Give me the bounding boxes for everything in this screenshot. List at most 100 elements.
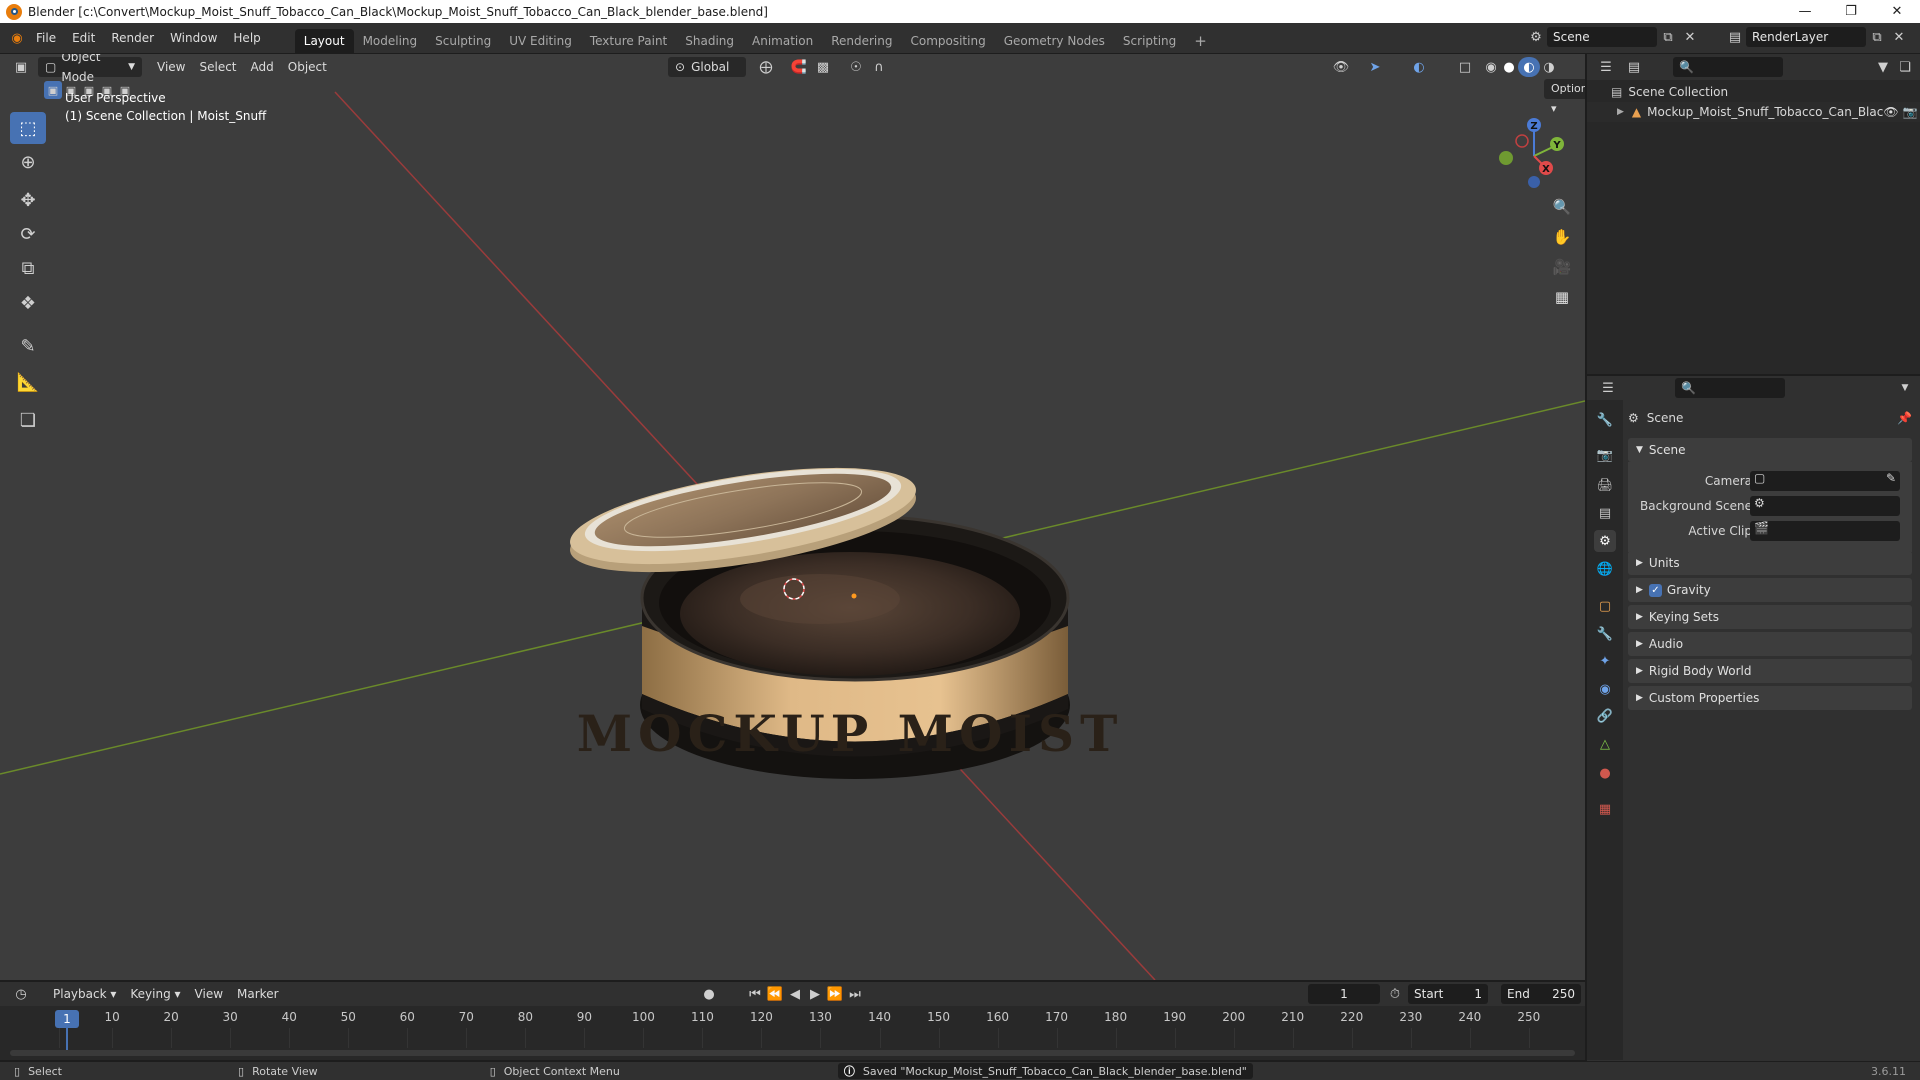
material-shading-icon[interactable]: ◐ — [1518, 57, 1540, 77]
transform-orientation[interactable]: ⊙ Global — [668, 57, 746, 77]
display-mode-icon[interactable]: ▤ — [1623, 57, 1645, 77]
background-scene-field[interactable]: ⚙ — [1750, 496, 1900, 516]
material-tab-icon[interactable]: ● — [1594, 762, 1616, 784]
playhead[interactable]: 1 — [55, 1010, 79, 1028]
select-box-tool-icon[interactable]: ⬚ — [10, 112, 46, 144]
add-workspace-icon[interactable]: + — [1185, 29, 1216, 53]
falloff-icon[interactable]: ∩ — [868, 57, 890, 77]
menu-file[interactable]: File — [28, 27, 64, 49]
menu-view[interactable]: View — [150, 57, 192, 77]
blender-menu-icon[interactable]: ◉ — [6, 28, 28, 48]
pivot-point-icon[interactable]: ⨁ — [755, 57, 777, 77]
tab-sculpting[interactable]: Sculpting — [426, 29, 500, 53]
editor-type-icon[interactable]: ▣ — [10, 57, 32, 77]
constraints-tab-icon[interactable]: 🔗 — [1594, 705, 1616, 727]
measure-tool-icon[interactable]: 📐 — [10, 366, 46, 398]
physics-tab-icon[interactable]: ◉ — [1594, 678, 1616, 700]
panel-gravity[interactable]: ▶ ✓ Gravity — [1628, 578, 1912, 602]
snap-icon[interactable]: 🧲 — [788, 57, 810, 77]
tab-animation[interactable]: Animation — [743, 29, 822, 53]
solid-shading-icon[interactable]: ● — [1498, 57, 1520, 77]
world-tab-icon[interactable]: 🌐 — [1594, 558, 1616, 580]
object-tab-icon[interactable]: ▢ — [1594, 595, 1616, 617]
outliner-search-input[interactable]: 🔍 — [1673, 57, 1783, 77]
scene-tab-icon[interactable]: ⚙ — [1594, 530, 1616, 552]
gizmo-toggle-icon[interactable]: ➤ — [1364, 57, 1386, 77]
render-camera-icon[interactable]: 📷 — [1903, 105, 1918, 119]
proportional-edit-icon[interactable]: ☉ — [845, 57, 867, 77]
maximize-icon[interactable]: ❐ — [1828, 0, 1874, 23]
properties-editor-icon[interactable]: ☰ — [1597, 378, 1619, 398]
scene-name-field[interactable]: Scene — [1547, 27, 1657, 47]
camera-field[interactable]: ▢ ✎ — [1750, 471, 1900, 491]
outliner-editor-icon[interactable]: ☰ — [1595, 57, 1617, 77]
panel-custom-properties[interactable]: ▶ Custom Properties — [1628, 686, 1912, 710]
tab-uv-editing[interactable]: UV Editing — [500, 29, 581, 53]
modifier-tab-icon[interactable]: 🔧 — [1594, 623, 1616, 645]
timeline-editor[interactable]: ◷ Playback ▾ Keying ▾ View Marker ● ⏮ ⏪ … — [0, 982, 1585, 1060]
3d-viewport[interactable]: MOCKUP MOIST ▣ ▢ Object Mode ▼ View Sele… — [0, 54, 1585, 980]
pan-hand-icon[interactable]: ✋ — [1549, 224, 1575, 250]
particles-tab-icon[interactable]: ✦ — [1594, 650, 1616, 672]
scene-selector[interactable]: ⚙ Scene ⧉ ✕ — [1525, 27, 1701, 47]
cursor-tool-icon[interactable]: ⊕ — [10, 146, 46, 178]
rendered-shading-icon[interactable]: ◑ — [1538, 57, 1560, 77]
tab-shading[interactable]: Shading — [676, 29, 743, 53]
new-view-layer-icon[interactable]: ⧉ — [1866, 27, 1888, 47]
visibility-icon[interactable]: 👁 — [1330, 57, 1352, 77]
options-button[interactable]: Options ▾ — [1544, 79, 1585, 115]
filter-icon[interactable]: ▼ — [1872, 57, 1894, 77]
camera-view-icon[interactable]: 🎥 — [1549, 254, 1575, 280]
timeline-scrollbar[interactable] — [10, 1050, 1575, 1056]
view-layer-tab-icon[interactable]: ▤ — [1594, 502, 1616, 524]
menu-object[interactable]: Object — [281, 57, 334, 77]
menu-window[interactable]: Window — [162, 27, 225, 49]
transform-tool-icon[interactable]: ❖ — [10, 287, 46, 319]
tab-compositing[interactable]: Compositing — [901, 29, 994, 53]
eyedropper-icon[interactable]: ✎ — [1886, 471, 1896, 485]
panel-keying-sets[interactable]: ▶ Keying Sets — [1628, 605, 1912, 629]
mode-selector[interactable]: ▢ Object Mode ▼ — [38, 54, 142, 84]
panel-scene[interactable]: ▼ Scene — [1628, 438, 1912, 462]
texture-tab-icon[interactable]: ▦ — [1594, 798, 1616, 820]
add-cube-tool-icon[interactable]: ❏ — [10, 404, 46, 436]
tab-geometry-nodes[interactable]: Geometry Nodes — [995, 29, 1114, 53]
data-tab-icon[interactable]: △ — [1594, 733, 1616, 755]
output-tab-icon[interactable]: 🖨 — [1594, 474, 1616, 496]
snap-target-icon[interactable]: ▩ — [812, 57, 834, 77]
visibility-eye-icon[interactable]: 👁 — [1883, 105, 1898, 119]
new-collection-icon[interactable]: ❏ — [1894, 57, 1916, 77]
outliner-root[interactable]: ▤ Scene Collection — [1587, 82, 1920, 102]
delete-scene-icon[interactable]: ✕ — [1679, 27, 1701, 47]
zoom-icon[interactable]: 🔍 — [1549, 194, 1575, 220]
navigation-gizmo[interactable]: Z Y X — [1490, 112, 1570, 192]
view-layer-field[interactable]: RenderLayer — [1746, 27, 1866, 47]
select-new-icon[interactable]: ▣ — [44, 81, 62, 99]
new-scene-icon[interactable]: ⧉ — [1657, 27, 1679, 47]
properties-options-icon[interactable]: ▼ — [1894, 378, 1916, 398]
overlays-icon[interactable]: ◐ — [1408, 57, 1430, 77]
tab-rendering[interactable]: Rendering — [822, 29, 901, 53]
close-icon[interactable]: ✕ — [1874, 0, 1920, 23]
xray-icon[interactable]: □ — [1454, 57, 1476, 77]
menu-select[interactable]: Select — [192, 57, 243, 77]
expand-arrow-icon[interactable]: ▶ — [1617, 107, 1624, 117]
panel-rigid-body-world[interactable]: ▶ Rigid Body World — [1628, 659, 1912, 683]
panel-units[interactable]: ▶ Units — [1628, 551, 1912, 575]
tab-layout[interactable]: Layout — [294, 29, 354, 53]
tab-modeling[interactable]: Modeling — [354, 29, 427, 53]
render-tab-icon[interactable]: 📷 — [1594, 444, 1616, 466]
scale-tool-icon[interactable]: ⧉ — [10, 252, 46, 284]
delete-view-layer-icon[interactable]: ✕ — [1888, 27, 1910, 47]
rotate-tool-icon[interactable]: ⟳ — [10, 218, 46, 250]
minimize-icon[interactable]: — — [1782, 0, 1828, 23]
tab-texture-paint[interactable]: Texture Paint — [581, 29, 676, 53]
view-layer-selector[interactable]: ▤ RenderLayer ⧉ ✕ — [1724, 27, 1910, 47]
frame-ruler[interactable]: 1102030405060708090100110120130140150160… — [0, 982, 1585, 1048]
perspective-grid-icon[interactable]: ▦ — [1549, 284, 1575, 310]
tool-tab-icon[interactable]: 🔧 — [1594, 409, 1616, 431]
tab-scripting[interactable]: Scripting — [1114, 29, 1185, 53]
active-clip-field[interactable]: 🎬 — [1750, 521, 1900, 541]
move-tool-icon[interactable]: ✥ — [10, 184, 46, 216]
menu-help[interactable]: Help — [225, 27, 268, 49]
